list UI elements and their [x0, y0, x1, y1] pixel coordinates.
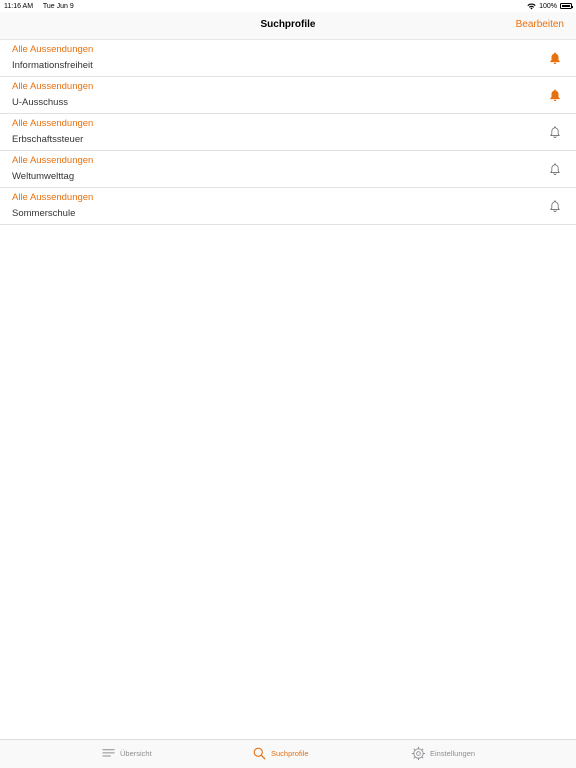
- bell-filled-icon[interactable]: [548, 88, 562, 102]
- profile-subtitle: Alle Aussendungen: [12, 192, 94, 203]
- navigation-bar: Suchprofile Bearbeiten: [0, 12, 576, 40]
- list-item[interactable]: Alle Aussendungen Erbschaftssteuer: [0, 114, 576, 151]
- profile-title: Informationsfreiheit: [12, 60, 93, 71]
- tab-search-profiles-label: Suchprofile: [271, 749, 309, 758]
- screen: 11:16 AM Tue Jun 9 100% Suchprofile Bear…: [0, 0, 576, 768]
- gear-icon: [411, 746, 426, 761]
- status-left: 11:16 AM Tue Jun 9: [4, 3, 82, 10]
- bell-outline-icon[interactable]: [548, 199, 562, 213]
- tab-settings-label: Einstellungen: [430, 749, 476, 758]
- search-icon: [253, 747, 266, 760]
- profile-subtitle: Alle Aussendungen: [12, 44, 94, 55]
- edit-button[interactable]: Bearbeiten: [516, 19, 564, 30]
- tab-settings[interactable]: Einstellungen: [411, 746, 475, 761]
- profile-title: Sommerschule: [12, 208, 76, 219]
- page-title: Suchprofile: [260, 19, 316, 30]
- profile-title: Erbschaftssteuer: [12, 134, 84, 145]
- list-icon: [102, 749, 115, 757]
- tab-overview-label: Übersicht: [120, 749, 152, 758]
- wifi-icon: [527, 3, 536, 9]
- bell-outline-icon[interactable]: [548, 125, 562, 139]
- list-item[interactable]: Alle Aussendungen Informationsfreiheit: [0, 40, 576, 77]
- profile-title: U-Ausschuss: [12, 97, 68, 108]
- battery-icon: [560, 3, 573, 9]
- search-profile-list: Alle Aussendungen Informationsfreiheit A…: [0, 40, 576, 225]
- tab-search-profiles[interactable]: Suchprofile: [252, 746, 309, 761]
- status-right: 100%: [527, 2, 573, 10]
- battery-percent: 100%: [539, 2, 557, 10]
- profile-title: Weltumwelttag: [12, 171, 75, 182]
- status-bar: 11:16 AM Tue Jun 9 100%: [0, 0, 576, 12]
- status-date: Tue Jun 9: [42, 2, 74, 10]
- tab-overview[interactable]: Übersicht: [101, 746, 152, 761]
- list-item[interactable]: Alle Aussendungen U-Ausschuss: [0, 77, 576, 114]
- status-time: 11:16 AM: [4, 2, 34, 10]
- profile-subtitle: Alle Aussendungen: [12, 118, 94, 129]
- profile-subtitle: Alle Aussendungen: [12, 81, 94, 92]
- bell-filled-icon[interactable]: [548, 51, 562, 65]
- list-item[interactable]: Alle Aussendungen Sommerschule: [0, 188, 576, 225]
- bell-outline-icon[interactable]: [548, 162, 562, 176]
- profile-subtitle: Alle Aussendungen: [12, 155, 94, 166]
- list-item[interactable]: Alle Aussendungen Weltumwelttag: [0, 151, 576, 188]
- tab-bar: Übersicht Suchprofile Einstellungen: [0, 739, 576, 768]
